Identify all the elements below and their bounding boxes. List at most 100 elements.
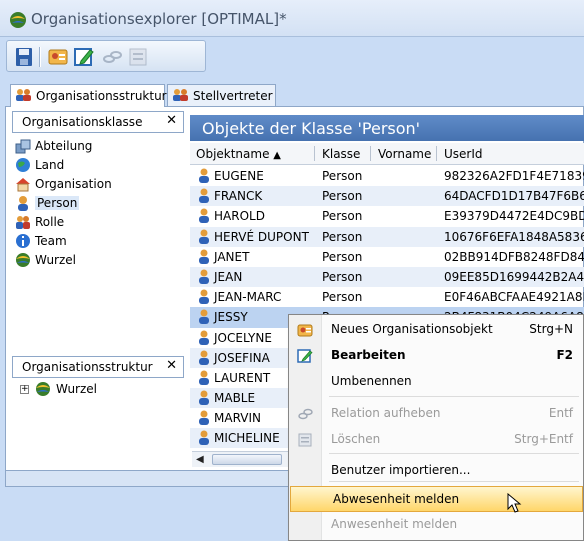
class-item-wurzel[interactable]: Wurzel [15,250,185,269]
toolbar-separator [39,47,41,67]
structure-panel-header: Organisationsstruktur ✕ [12,356,184,378]
column-divider[interactable] [314,146,315,161]
grid-title: Objekte der Klasse 'Person' [190,115,584,141]
cell-klasse: Person [322,290,363,305]
class-item-person[interactable]: Person [15,193,185,212]
scroll-left-icon[interactable]: ◀ [196,454,204,465]
cell-objektname: JOCELYNE [214,330,272,345]
tab-organisationsstruktur[interactable]: Organisationsstruktur [10,84,167,107]
context-menu: Neues Organisationsobjekt Strg+N Bearbeite… [288,314,584,541]
cell-objektname: MICHELINE [214,431,280,446]
app-icon [10,12,26,28]
table-row[interactable]: EUGENE Person 982326A2FD1F4E718399 [190,166,584,186]
delete-icon[interactable] [127,46,149,68]
role-icon [16,215,30,229]
menu-item-label: Neues Organisationsobjekt [331,322,493,336]
menu-item-anwesenheit-melden[interactable]: Anwesenheit melden [289,512,583,538]
class-item-organisation[interactable]: Organisation [15,174,185,193]
column-header-objektname[interactable]: Objektname ▲ [196,147,281,161]
menu-separator [329,396,579,397]
person-icon [199,269,209,284]
cell-klasse: Person [322,249,363,264]
menu-item-shortcut: Strg+Entf [514,432,573,446]
menu-item-loeschen[interactable]: Löschen Strg+Entf [289,427,583,453]
menu-item-relation-aufheben[interactable]: Relation aufheben Entf [289,401,583,427]
class-item-label: Land [35,157,65,172]
column-header-userid[interactable]: UserId [444,147,483,161]
menu-item-neues-organisationsobjekt[interactable]: Neues Organisationsobjekt Strg+N [289,317,583,343]
org-people-icon [16,89,31,101]
close-icon[interactable]: ✕ [166,113,177,128]
class-item-team[interactable]: Team [15,231,185,250]
column-label: Objektname [196,147,270,161]
menu-item-label: Relation aufheben [331,406,441,420]
class-item-label: Organisation [35,176,112,191]
person-icon [199,410,209,426]
cell-objektname: JANET [214,249,250,264]
menu-item-label: Abwesenheit melden [333,492,460,506]
tab-stellvertreter[interactable]: Stellvertreter [167,84,276,106]
person-icon [199,309,209,325]
class-item-rolle[interactable]: Rolle [15,212,185,231]
person-icon [199,430,209,446]
root-icon [36,382,50,396]
cell-userid: 64DACFD1D17B47F6B61 [444,189,584,204]
class-list: Abteilung Land Organisation Person Rolle… [15,136,185,269]
class-item-abteilung[interactable]: Abteilung [15,136,185,155]
person-icon [199,350,209,365]
table-row[interactable]: HAROLD Person E39379D4472E4DC9BD4 [190,206,584,226]
menu-item-label: Löschen [331,432,381,446]
class-item-label: Person [35,195,80,210]
menu-item-abwesenheit-melden[interactable]: Abwesenheit melden [290,486,583,512]
table-row[interactable]: HERVÉ DUPONT Person 10676F6EFA1848A5836 [190,226,584,247]
cell-objektname: MABLE [214,391,256,406]
table-row[interactable]: JEAN Person 09EE85D1699442B2A41 [190,266,584,288]
cell-objektname: LAURENT [214,370,271,385]
person-icon [199,229,209,244]
menu-item-shortcut: F2 [556,348,573,362]
title-bar: Organisationsexplorer [OPTIMAL]* [0,0,584,37]
scrollbar-thumb[interactable] [212,454,282,465]
cell-klasse: Person [322,269,363,284]
house-icon [16,177,30,191]
cell-objektname: FRANCK [214,189,263,204]
tab-label: Organisationsstruktur [36,89,167,103]
menu-item-benutzer-importieren[interactable]: Benutzer importieren... [289,458,583,484]
expand-icon[interactable]: + [20,384,29,394]
class-item-label: Abteilung [35,138,93,153]
table-row[interactable]: JANET Person 02BB914DFB8248FD84F7 [190,247,584,267]
person-icon [199,168,209,183]
cell-userid: 982326A2FD1F4E718399 [444,169,584,183]
menu-item-bearbeiten[interactable]: Bearbeiten F2 [289,343,583,369]
delete-icon [298,433,312,447]
menu-item-shortcut: Entf [548,406,573,420]
class-item-label: Team [35,233,67,248]
menu-item-label: Bearbeiten [331,348,406,362]
cell-userid: E0F46ABCFAAE4921A8E [444,290,584,305]
close-icon[interactable]: ✕ [166,358,177,373]
new-object-icon[interactable] [47,46,69,68]
person-icon [199,188,209,204]
class-item-land[interactable]: Land [15,155,185,174]
table-row[interactable]: JEAN-MARC Person E0F46ABCFAAE4921A8E [190,287,584,307]
menu-item-umbenennen[interactable]: Umbenennen [289,369,583,395]
column-header-vorname[interactable]: Vorname [378,147,431,161]
save-icon[interactable] [13,46,35,68]
cell-objektname: EUGENE [214,169,264,183]
remove-relation-icon[interactable] [101,46,123,68]
tab-label: Stellvertreter [193,89,273,103]
tree-node-wurzel[interactable]: Wurzel [56,382,97,396]
column-divider[interactable] [436,146,437,161]
people-icon [173,89,188,101]
edit-icon[interactable] [73,46,95,68]
table-row[interactable]: FRANCK Person 64DACFD1D17B47F6B61 [190,186,584,207]
root-icon [16,252,30,267]
cell-userid: 02BB914DFB8248FD84F7 [444,249,584,264]
class-item-label: Rolle [35,214,65,229]
column-header-klasse[interactable]: Klasse [322,147,360,161]
person-icon [199,289,209,305]
column-divider[interactable] [370,146,371,161]
menu-item-shortcut: Strg+N [529,322,573,336]
menu-item-label: Umbenennen [331,374,412,388]
cell-objektname: JEAN [214,269,243,284]
